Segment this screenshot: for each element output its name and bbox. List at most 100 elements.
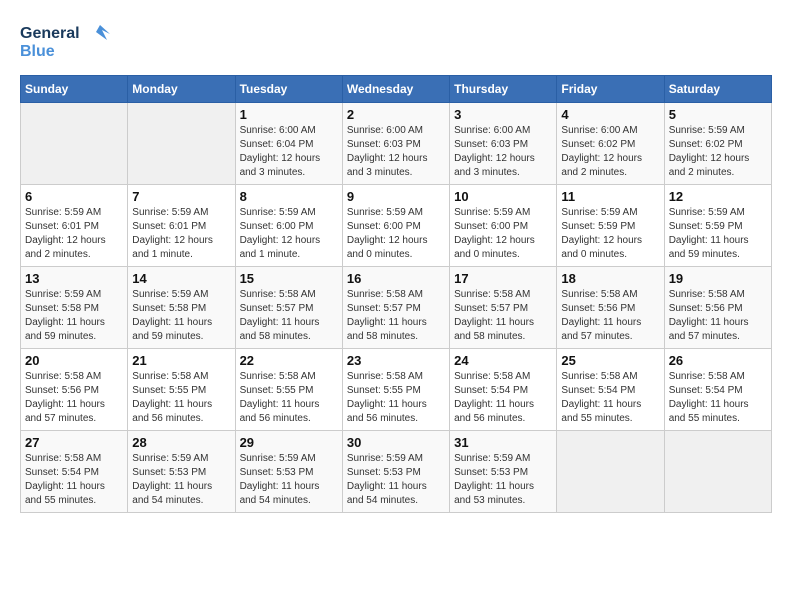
calendar-cell: 29Sunrise: 5:59 AMSunset: 5:53 PMDayligh… — [235, 431, 342, 513]
day-number: 25 — [561, 353, 659, 368]
day-number: 31 — [454, 435, 552, 450]
day-number: 15 — [240, 271, 338, 286]
day-info: Sunrise: 5:58 AMSunset: 5:55 PMDaylight:… — [240, 370, 338, 426]
day-info: Sunrise: 5:59 AMSunset: 5:53 PMDaylight:… — [240, 452, 338, 508]
day-number: 14 — [132, 271, 230, 286]
calendar-cell: 31 Sunrise: 5:59 AMSunset: 5:53 PMDayligh… — [450, 431, 557, 513]
day-info: Sunrise: 5:58 AMSunset: 5:57 PMDaylight:… — [347, 288, 445, 344]
day-number: 30 — [347, 435, 445, 450]
day-info: Sunrise: 5:59 AMSunset: 6:00 PMDaylight:… — [454, 206, 552, 262]
day-info: Sunrise: 5:59 AMSunset: 6:00 PMDaylight:… — [240, 206, 338, 262]
day-number: 16 — [347, 271, 445, 286]
calendar-cell: 4 Sunrise: 6:00 AMSunset: 6:02 PMDaylight… — [557, 103, 664, 185]
day-info: Sunrise: 5:58 AMSunset: 5:57 PMDaylight:… — [240, 288, 338, 344]
day-number: 18 — [561, 271, 659, 286]
calendar-cell: 21 Sunrise: 5:58 AMSunset: 5:55 PMDayligh… — [128, 349, 235, 431]
day-info: Sunrise: 5:59 AMSunset: 5:58 PMDaylight:… — [132, 288, 230, 344]
calendar-header: SundayMondayTuesdayWednesdayThursdayFrid… — [21, 76, 772, 103]
day-number: 21 — [132, 353, 230, 368]
day-info: Sunrise: 5:59 AMSunset: 5:59 PMDaylight:… — [669, 206, 767, 262]
calendar-cell: 30 Sunrise: 5:59 AMSunset: 5:53 PMDayligh… — [342, 431, 449, 513]
day-number: 23 — [347, 353, 445, 368]
day-number: 17 — [454, 271, 552, 286]
calendar-cell: 8 Sunrise: 5:59 AMSunset: 6:00 PMDaylight… — [235, 185, 342, 267]
calendar-cell: 3 Sunrise: 6:00 AMSunset: 6:03 PMDaylight… — [450, 103, 557, 185]
weekday-header: Saturday — [664, 76, 771, 103]
day-number: 2 — [347, 107, 445, 122]
day-info: Sunrise: 5:58 AMSunset: 5:55 PMDaylight:… — [132, 370, 230, 426]
calendar-cell: 16 Sunrise: 5:58 AMSunset: 5:57 PMDayligh… — [342, 267, 449, 349]
calendar-cell: 7 Sunrise: 5:59 AMSunset: 6:01 PMDaylight… — [128, 185, 235, 267]
calendar-cell: 6 Sunrise: 5:59 AMSunset: 6:01 PMDaylight… — [21, 185, 128, 267]
day-info: Sunrise: 5:59 AMSunset: 6:00 PMDaylight:… — [347, 206, 445, 262]
calendar-cell: 22 Sunrise: 5:58 AMSunset: 5:55 PMDayligh… — [235, 349, 342, 431]
day-info: Sunrise: 6:00 AMSunset: 6:02 PMDaylight:… — [561, 124, 659, 180]
calendar-cell: 26 Sunrise: 5:58 AMSunset: 5:54 PMDayligh… — [664, 349, 771, 431]
calendar-table: SundayMondayTuesdayWednesdayThursdayFrid… — [20, 75, 772, 513]
day-number: 26 — [669, 353, 767, 368]
day-number: 12 — [669, 189, 767, 204]
day-info: Sunrise: 5:58 AMSunset: 5:56 PMDaylight:… — [561, 288, 659, 344]
calendar-cell — [557, 431, 664, 513]
day-info: Sunrise: 6:00 AMSunset: 6:03 PMDaylight:… — [347, 124, 445, 180]
day-info: Sunrise: 5:58 AMSunset: 5:54 PMDaylight:… — [561, 370, 659, 426]
calendar-cell: 25 Sunrise: 5:58 AMSunset: 5:54 PMDayligh… — [557, 349, 664, 431]
day-number: 10 — [454, 189, 552, 204]
logo: General Blue — [20, 20, 110, 65]
calendar-cell: 2 Sunrise: 6:00 AMSunset: 6:03 PMDaylight… — [342, 103, 449, 185]
logo-svg: General Blue — [20, 20, 110, 65]
calendar-cell — [128, 103, 235, 185]
day-number: 7 — [132, 189, 230, 204]
calendar-cell: 19 Sunrise: 5:58 AMSunset: 5:56 PMDayligh… — [664, 267, 771, 349]
calendar-cell: 13 Sunrise: 5:59 AMSunset: 5:58 PMDayligh… — [21, 267, 128, 349]
calendar-cell: 14 Sunrise: 5:59 AMSunset: 5:58 PMDayligh… — [128, 267, 235, 349]
day-info: Sunrise: 6:00 AMSunset: 6:04 PMDaylight:… — [240, 124, 338, 180]
calendar-cell: 5Sunrise: 5:59 AMSunset: 6:02 PMDaylight… — [664, 103, 771, 185]
calendar-cell: 28 Sunrise: 5:59 AMSunset: 5:53 PMDayligh… — [128, 431, 235, 513]
day-number: 24 — [454, 353, 552, 368]
day-info: Sunrise: 5:58 AMSunset: 5:56 PMDaylight:… — [25, 370, 123, 426]
day-info: Sunrise: 5:58 AMSunset: 5:54 PMDaylight:… — [669, 370, 767, 426]
day-info: Sunrise: 5:58 AMSunset: 5:54 PMDaylight:… — [454, 370, 552, 426]
day-info: Sunrise: 5:58 AMSunset: 5:56 PMDaylight:… — [669, 288, 767, 344]
weekday-header: Thursday — [450, 76, 557, 103]
day-info: Sunrise: 5:59 AMSunset: 5:53 PMDaylight:… — [454, 452, 552, 508]
page-header: General Blue — [20, 20, 772, 65]
day-info: Sunrise: 5:59 AMSunset: 6:01 PMDaylight:… — [132, 206, 230, 262]
day-info: Sunrise: 5:59 AMSunset: 6:02 PMDaylight:… — [669, 124, 767, 180]
day-info: Sunrise: 6:00 AMSunset: 6:03 PMDaylight:… — [454, 124, 552, 180]
day-info: Sunrise: 5:59 AMSunset: 5:58 PMDaylight:… — [25, 288, 123, 344]
weekday-header: Tuesday — [235, 76, 342, 103]
calendar-cell: 23 Sunrise: 5:58 AMSunset: 5:55 PMDayligh… — [342, 349, 449, 431]
day-info: Sunrise: 5:58 AMSunset: 5:57 PMDaylight:… — [454, 288, 552, 344]
day-info: Sunrise: 5:59 AMSunset: 6:01 PMDaylight:… — [25, 206, 123, 262]
calendar-cell: 17 Sunrise: 5:58 AMSunset: 5:57 PMDayligh… — [450, 267, 557, 349]
day-info: Sunrise: 5:59 AMSunset: 5:59 PMDaylight:… — [561, 206, 659, 262]
calendar-cell: 1 Sunrise: 6:00 AMSunset: 6:04 PMDaylight… — [235, 103, 342, 185]
day-number: 9 — [347, 189, 445, 204]
svg-text:Blue: Blue — [20, 43, 55, 60]
day-info: Sunrise: 5:59 AMSunset: 5:53 PMDaylight:… — [132, 452, 230, 508]
day-number: 4 — [561, 107, 659, 122]
day-number: 22 — [240, 353, 338, 368]
day-number: 3 — [454, 107, 552, 122]
day-number: 13 — [25, 271, 123, 286]
calendar-cell: 24 Sunrise: 5:58 AMSunset: 5:54 PMDayligh… — [450, 349, 557, 431]
calendar-cell: 9 Sunrise: 5:59 AMSunset: 6:00 PMDaylight… — [342, 185, 449, 267]
calendar-cell: 11 Sunrise: 5:59 AMSunset: 5:59 PMDayligh… — [557, 185, 664, 267]
day-number: 6 — [25, 189, 123, 204]
calendar-cell: 15 Sunrise: 5:58 AMSunset: 5:57 PMDayligh… — [235, 267, 342, 349]
weekday-header: Friday — [557, 76, 664, 103]
weekday-header: Sunday — [21, 76, 128, 103]
calendar-cell: 12 Sunrise: 5:59 AMSunset: 5:59 PMDayligh… — [664, 185, 771, 267]
calendar-cell: 10 Sunrise: 5:59 AMSunset: 6:00 PMDayligh… — [450, 185, 557, 267]
day-number: 8 — [240, 189, 338, 204]
day-number: 11 — [561, 189, 659, 204]
day-number: 1 — [240, 107, 338, 122]
day-info: Sunrise: 5:58 AMSunset: 5:55 PMDaylight:… — [347, 370, 445, 426]
calendar-cell: 18 Sunrise: 5:58 AMSunset: 5:56 PMDayligh… — [557, 267, 664, 349]
day-number: 28 — [132, 435, 230, 450]
svg-text:General: General — [20, 25, 80, 42]
day-info: Sunrise: 5:59 AMSunset: 5:53 PMDaylight:… — [347, 452, 445, 508]
day-number: 19 — [669, 271, 767, 286]
